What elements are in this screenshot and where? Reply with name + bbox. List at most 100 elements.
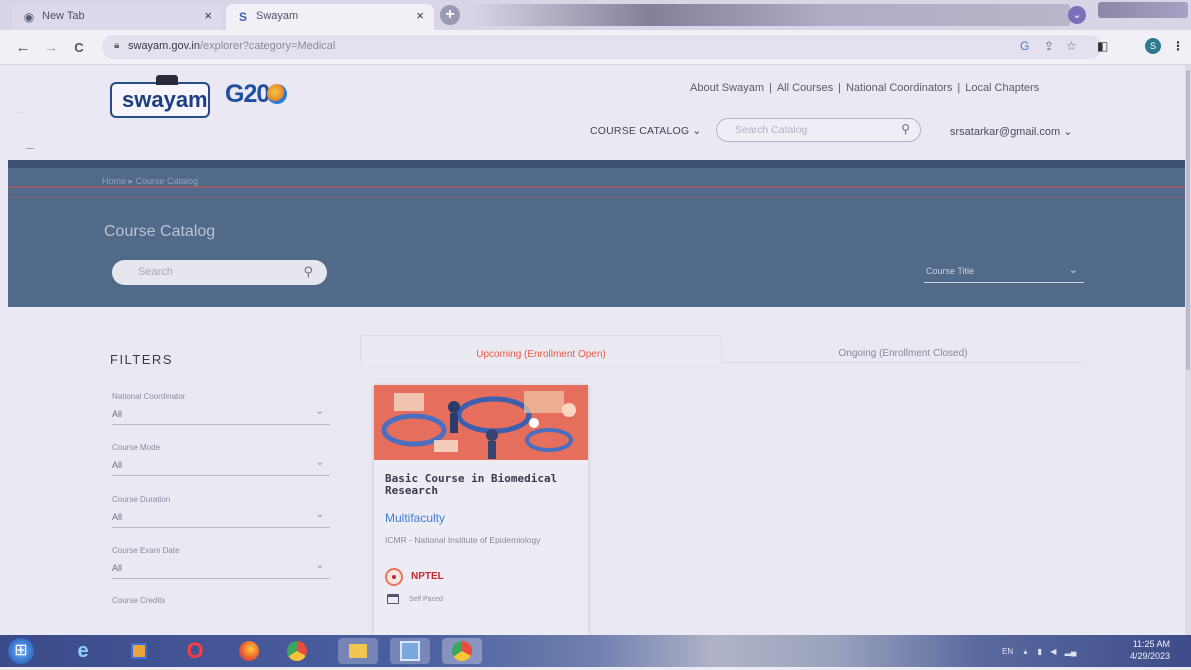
sort-label: Course Title — [926, 266, 975, 276]
pacing-label: Self Paced — [409, 596, 443, 603]
media-player-icon[interactable] — [126, 638, 152, 664]
star-icon[interactable]: ☆ — [1066, 39, 1077, 53]
clock-time: 11:25 AM — [1132, 639, 1171, 649]
opera-icon[interactable]: O — [182, 638, 208, 664]
google-icon[interactable]: G — [1020, 39, 1029, 53]
link-local-chapters[interactable]: Local Chapters — [965, 82, 1039, 94]
chevron-up-icon[interactable]: ▴ — [1023, 647, 1027, 656]
browser-tab-swayam[interactable]: S Swayam × — [226, 4, 434, 30]
chevron-down-icon: ⌄ — [315, 560, 324, 571]
filter-label: Course Credits — [112, 596, 166, 605]
link-all-courses[interactable]: All Courses — [777, 82, 833, 94]
chevron-down-icon: ⌄ — [1063, 126, 1073, 138]
tab-upcoming[interactable]: Upcoming (Enrollment Open) — [360, 335, 722, 363]
filter-course-mode[interactable]: Course Mode All ⌄ — [112, 443, 330, 485]
internet-explorer-icon[interactable]: e — [70, 638, 96, 664]
course-title[interactable]: Basic Course in Biomedical Research — [385, 473, 581, 497]
menu-dots-icon: ··· — [16, 108, 24, 117]
kebab-menu-icon[interactable]: ⋮ — [1172, 39, 1184, 53]
start-button[interactable]: ⊞ — [8, 638, 34, 664]
window-controls[interactable] — [1098, 2, 1188, 18]
file-explorer-icon[interactable] — [338, 638, 378, 664]
scrollbar-thumb[interactable] — [1186, 70, 1190, 370]
browser-tab-new-tab[interactable]: ◉ New Tab × — [12, 4, 222, 30]
link-about-swayam[interactable]: About Swayam — [690, 82, 764, 94]
new-tab-button[interactable]: + — [440, 5, 460, 25]
close-tab-icon[interactable]: × — [416, 8, 424, 23]
firefox-icon[interactable] — [236, 638, 262, 664]
clock[interactable]: 11:25 AM 4/29/2023 — [1130, 638, 1170, 662]
banner-stripe — [8, 197, 1185, 198]
volume-icon[interactable]: ◀︎ — [1050, 647, 1056, 656]
chrome-icon[interactable] — [442, 638, 482, 664]
chrome-icon[interactable] — [284, 638, 310, 664]
chevron-down-icon[interactable]: ⌄ — [1068, 6, 1086, 24]
provider-label: NPTEL — [411, 571, 444, 582]
network-icon[interactable]: ▂▄ — [1065, 647, 1077, 656]
course-category[interactable]: Multifaculty — [385, 511, 445, 525]
filter-value: All — [112, 512, 123, 522]
tab-title: New Tab — [42, 10, 85, 22]
url-path: /explorer?category=Medical — [199, 40, 336, 52]
search-placeholder: Search Catalog — [735, 124, 808, 136]
tab-label: Ongoing (Enrollment Closed) — [838, 348, 968, 359]
search-icon[interactable]: ⚲ — [303, 264, 313, 280]
sort-select[interactable]: Course Title ⌄ — [924, 262, 1084, 283]
swayam-logo[interactable]: swayam — [110, 75, 210, 118]
catalog-search-input[interactable]: Search Catalog ⚲ — [716, 118, 921, 142]
graduation-cap-icon — [156, 75, 178, 85]
divider — [112, 424, 330, 425]
course-catalog-dropdown[interactable]: COURSE CATALOG ⌄ — [590, 125, 701, 137]
course-card[interactable]: Basic Course in Biomedical Research Mult… — [374, 385, 588, 635]
filter-label: Course Exam Date — [112, 546, 180, 555]
user-menu[interactable]: srsatarkar@gmail.com ⌄ — [950, 125, 1072, 138]
back-button[interactable]: ← — [14, 39, 32, 56]
breadcrumb[interactable]: Home ▸ Course Catalog — [102, 176, 198, 187]
g20-logo: G20 — [225, 80, 270, 108]
chevron-down-icon: ⌄ — [315, 509, 324, 520]
sidebar-icon[interactable]: ◧ — [1097, 39, 1108, 53]
filter-value: All — [112, 409, 123, 419]
battery-icon[interactable]: ▮ — [1038, 647, 1042, 656]
filter-course-exam-date[interactable]: Course Exam Date All ⌄ — [112, 546, 330, 588]
search-icon[interactable]: ⚲ — [901, 122, 910, 136]
address-bar[interactable]: 🔒︎ swayam.gov.in/explorer?category=Medic… — [102, 35, 1102, 59]
link-national-coordinators[interactable]: National Coordinators — [846, 82, 952, 94]
filter-value: All — [112, 563, 123, 573]
filter-course-credits[interactable]: Course Credits — [112, 596, 330, 626]
url-host: swayam.gov.in — [128, 40, 200, 52]
reload-button[interactable]: C — [70, 40, 88, 55]
course-search-input[interactable]: Search ⚲ — [112, 260, 327, 285]
url-text: swayam.gov.in/explorer?category=Medical — [128, 40, 335, 52]
filter-course-duration[interactable]: Course Duration All ⌄ — [112, 495, 330, 537]
lock-icon: 🔒︎ — [114, 40, 120, 51]
divider — [112, 578, 330, 579]
browser-toolbar: ← → C 🔒︎ swayam.gov.in/explorer?category… — [0, 30, 1191, 65]
profile-avatar[interactable]: S — [1145, 38, 1161, 54]
swayam-favicon-icon: S — [238, 10, 247, 24]
separator: | — [957, 82, 961, 94]
tab-ongoing[interactable]: Ongoing (Enrollment Closed) — [722, 335, 1084, 363]
divider — [112, 475, 330, 476]
separator: | — [768, 82, 772, 94]
close-tab-icon[interactable]: × — [204, 8, 212, 23]
filters-heading: FILTERS — [110, 352, 173, 367]
chrome-icon: ◉ — [23, 10, 35, 24]
globe-icon — [267, 84, 287, 104]
share-icon[interactable]: ⇪ — [1044, 39, 1054, 53]
tab-label: Upcoming (Enrollment Open) — [476, 349, 606, 360]
search-placeholder: Search — [138, 266, 173, 278]
banner-shade — [8, 160, 1185, 168]
calendar-icon — [387, 594, 399, 604]
filter-label: Course Mode — [112, 443, 161, 452]
forward-button[interactable]: → — [42, 39, 60, 56]
system-tray[interactable]: EN ▴ ▮ ◀︎ ▂▄ — [1002, 647, 1076, 656]
top-nav-links: About Swayam | All Courses | National Coordi… — [690, 82, 1039, 94]
filter-label: Course Duration — [112, 495, 171, 504]
logo-text: swayam — [122, 87, 208, 112]
filter-national-coordinator[interactable]: National Coordinator All ⌄ — [112, 392, 330, 434]
language-indicator[interactable]: EN — [1002, 647, 1013, 656]
window-manager-icon[interactable] — [390, 638, 430, 664]
tab-strip-background — [470, 4, 1070, 26]
tab-title: Swayam — [256, 10, 299, 22]
